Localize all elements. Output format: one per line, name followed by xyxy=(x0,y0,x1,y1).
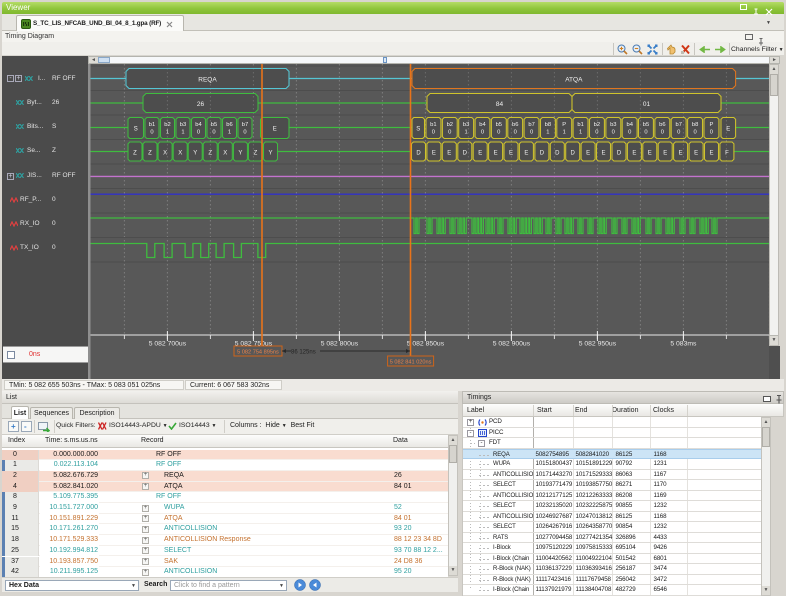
svg-text:Y: Y xyxy=(193,150,197,156)
svg-text:5 082 850us: 5 082 850us xyxy=(407,341,445,348)
svg-text:86 125ns: 86 125ns xyxy=(291,349,316,355)
svg-text:D: D xyxy=(571,150,576,156)
svg-text:0: 0 xyxy=(497,130,500,136)
svg-text:b5: b5 xyxy=(211,122,217,128)
svg-text:0: 0 xyxy=(677,130,680,136)
svg-text:X: X xyxy=(163,150,167,156)
svg-text:1: 1 xyxy=(563,130,566,136)
svg-text:b7: b7 xyxy=(242,122,248,128)
svg-text:E: E xyxy=(478,150,482,156)
svg-text:0: 0 xyxy=(197,130,200,136)
svg-text:D: D xyxy=(540,150,545,156)
svg-text:0: 0 xyxy=(595,130,598,136)
svg-text:E: E xyxy=(524,150,528,156)
svg-text:84: 84 xyxy=(496,101,504,108)
svg-text:b5: b5 xyxy=(496,122,502,128)
svg-text:b6: b6 xyxy=(659,122,665,128)
svg-text:5 083ms: 5 083ms xyxy=(670,341,697,348)
svg-text:1: 1 xyxy=(579,130,582,136)
svg-text:D: D xyxy=(555,150,560,156)
svg-text:b2: b2 xyxy=(447,122,453,128)
svg-text:E: E xyxy=(586,150,590,156)
svg-text:b5: b5 xyxy=(643,122,649,128)
svg-text:5 082 800us: 5 082 800us xyxy=(321,341,359,348)
svg-text:5 082 700us: 5 082 700us xyxy=(149,341,187,348)
svg-text:0: 0 xyxy=(481,130,484,136)
svg-text:S: S xyxy=(416,126,420,132)
svg-text:E: E xyxy=(726,126,730,132)
svg-text:b3: b3 xyxy=(610,122,616,128)
svg-text:0: 0 xyxy=(530,130,533,136)
svg-text:01: 01 xyxy=(643,101,651,108)
svg-text:b3: b3 xyxy=(463,122,469,128)
svg-text:D: D xyxy=(463,150,468,156)
svg-text:0: 0 xyxy=(212,130,215,136)
svg-text:Y: Y xyxy=(268,150,272,156)
svg-text:1: 1 xyxy=(181,130,184,136)
svg-text:0: 0 xyxy=(243,130,246,136)
svg-text:E: E xyxy=(509,150,513,156)
svg-text:E: E xyxy=(432,150,436,156)
svg-text:5 082 950us: 5 082 950us xyxy=(579,341,617,348)
svg-text:b6: b6 xyxy=(512,122,518,128)
svg-text:S: S xyxy=(134,126,138,132)
svg-text:1: 1 xyxy=(546,130,549,136)
svg-text:Z: Z xyxy=(208,150,212,156)
svg-text:0: 0 xyxy=(514,130,517,136)
svg-text:Z: Z xyxy=(254,150,258,156)
svg-text:5 082 754 895ns: 5 082 754 895ns xyxy=(237,350,279,356)
svg-text:b2: b2 xyxy=(164,122,170,128)
svg-text:E: E xyxy=(494,150,498,156)
svg-text:1: 1 xyxy=(464,130,467,136)
svg-text:Z: Z xyxy=(133,150,137,156)
svg-text:0: 0 xyxy=(710,130,713,136)
svg-text:D: D xyxy=(617,150,622,156)
svg-text:b4: b4 xyxy=(626,122,633,128)
svg-text:0: 0 xyxy=(150,130,153,136)
svg-text:P: P xyxy=(562,122,566,128)
svg-text:E: E xyxy=(648,150,652,156)
svg-text:0: 0 xyxy=(628,130,631,136)
svg-text:E: E xyxy=(601,150,605,156)
svg-text:X: X xyxy=(223,150,227,156)
svg-text:D: D xyxy=(416,150,421,156)
svg-text:Y: Y xyxy=(238,150,242,156)
svg-text:0: 0 xyxy=(644,130,647,136)
svg-text:b8: b8 xyxy=(692,122,698,128)
svg-text:5 082 900us: 5 082 900us xyxy=(493,341,531,348)
svg-text:26: 26 xyxy=(197,101,205,108)
svg-text:1: 1 xyxy=(166,130,169,136)
svg-text:b3: b3 xyxy=(180,122,186,128)
svg-text:0: 0 xyxy=(432,130,435,136)
svg-text:b1: b1 xyxy=(149,122,155,128)
svg-text:0: 0 xyxy=(612,130,615,136)
svg-text:E: E xyxy=(632,150,636,156)
svg-text:b4: b4 xyxy=(479,122,486,128)
svg-text:E: E xyxy=(663,150,667,156)
svg-text:0: 0 xyxy=(661,130,664,136)
svg-text:b1: b1 xyxy=(577,122,583,128)
svg-text:b6: b6 xyxy=(226,122,232,128)
svg-text:ATQA: ATQA xyxy=(565,76,583,83)
svg-text:Z: Z xyxy=(148,150,152,156)
svg-text:X: X xyxy=(178,150,182,156)
svg-text:b2: b2 xyxy=(594,122,600,128)
svg-text:1: 1 xyxy=(228,130,231,136)
svg-text:b7: b7 xyxy=(675,122,681,128)
svg-text:E: E xyxy=(447,150,451,156)
svg-text:0: 0 xyxy=(448,130,451,136)
svg-text:0: 0 xyxy=(693,130,696,136)
svg-text:E: E xyxy=(709,150,713,156)
svg-text:E: E xyxy=(273,126,277,132)
svg-text:5 082 841 020ns: 5 082 841 020ns xyxy=(390,360,432,366)
svg-text:E: E xyxy=(694,150,698,156)
svg-text:b1: b1 xyxy=(430,122,436,128)
svg-text:b7: b7 xyxy=(528,122,534,128)
svg-text:b4: b4 xyxy=(195,122,202,128)
svg-text:REQA: REQA xyxy=(198,76,217,83)
svg-text:E: E xyxy=(679,150,683,156)
svg-text:b8: b8 xyxy=(545,122,551,128)
svg-text:F: F xyxy=(725,150,729,156)
svg-text:P: P xyxy=(709,122,713,128)
